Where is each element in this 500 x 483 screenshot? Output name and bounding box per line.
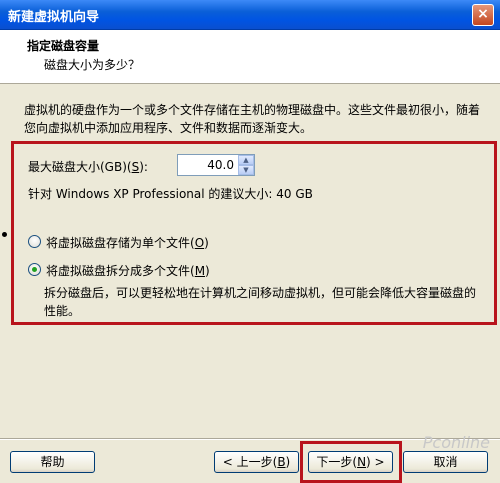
radio-split-files-label[interactable]: 将虚拟磁盘拆分成多个文件(M) (46, 262, 210, 279)
close-icon: × (477, 6, 489, 22)
page-title: 指定磁盘容量 (27, 39, 100, 53)
back-button[interactable]: < 上一步(B) (214, 451, 299, 473)
help-button[interactable]: 帮助 (10, 451, 95, 473)
disk-description: 虚拟机的硬盘作为一个或多个文件存储在主机的物理磁盘中。这些文件最初很小，随着您向… (24, 103, 481, 135)
window-title: 新建虚拟机向导 (8, 10, 100, 25)
max-disk-size-label: 最大磁盘大小(GB)(S): (28, 160, 148, 174)
recommended-size-text: 针对 Windows XP Professional 的建议大小: 40 GB (28, 187, 313, 201)
cancel-button[interactable]: 取消 (403, 451, 488, 473)
bullet-marker (2, 232, 7, 237)
max-disk-size-stepper[interactable]: 40.0 ▲ ▼ (177, 154, 255, 176)
radio-split-files-button[interactable] (28, 263, 41, 276)
wizard-header: 指定磁盘容量 磁盘大小为多少？ (0, 30, 500, 84)
page-subtitle: 磁盘大小为多少？ (44, 58, 141, 72)
close-button[interactable]: × (472, 4, 494, 26)
max-disk-size-value[interactable]: 40.0 (207, 158, 234, 172)
radio-single-file-button[interactable] (28, 235, 41, 248)
split-files-description: 拆分磁盘后，可以更轻松地在计算机之间移动虚拟机，但可能会降低大容量磁盘的性能。 (44, 286, 477, 318)
highlight-frame-next-button (300, 441, 402, 483)
watermark-logo: Pconline (422, 433, 490, 452)
radio-single-file-label[interactable]: 将虚拟磁盘存储为单个文件(O) (46, 234, 209, 251)
spin-down-icon[interactable]: ▼ (238, 165, 254, 175)
spin-up-icon[interactable]: ▲ (238, 155, 254, 165)
title-bar: 新建虚拟机向导 × (0, 0, 500, 30)
